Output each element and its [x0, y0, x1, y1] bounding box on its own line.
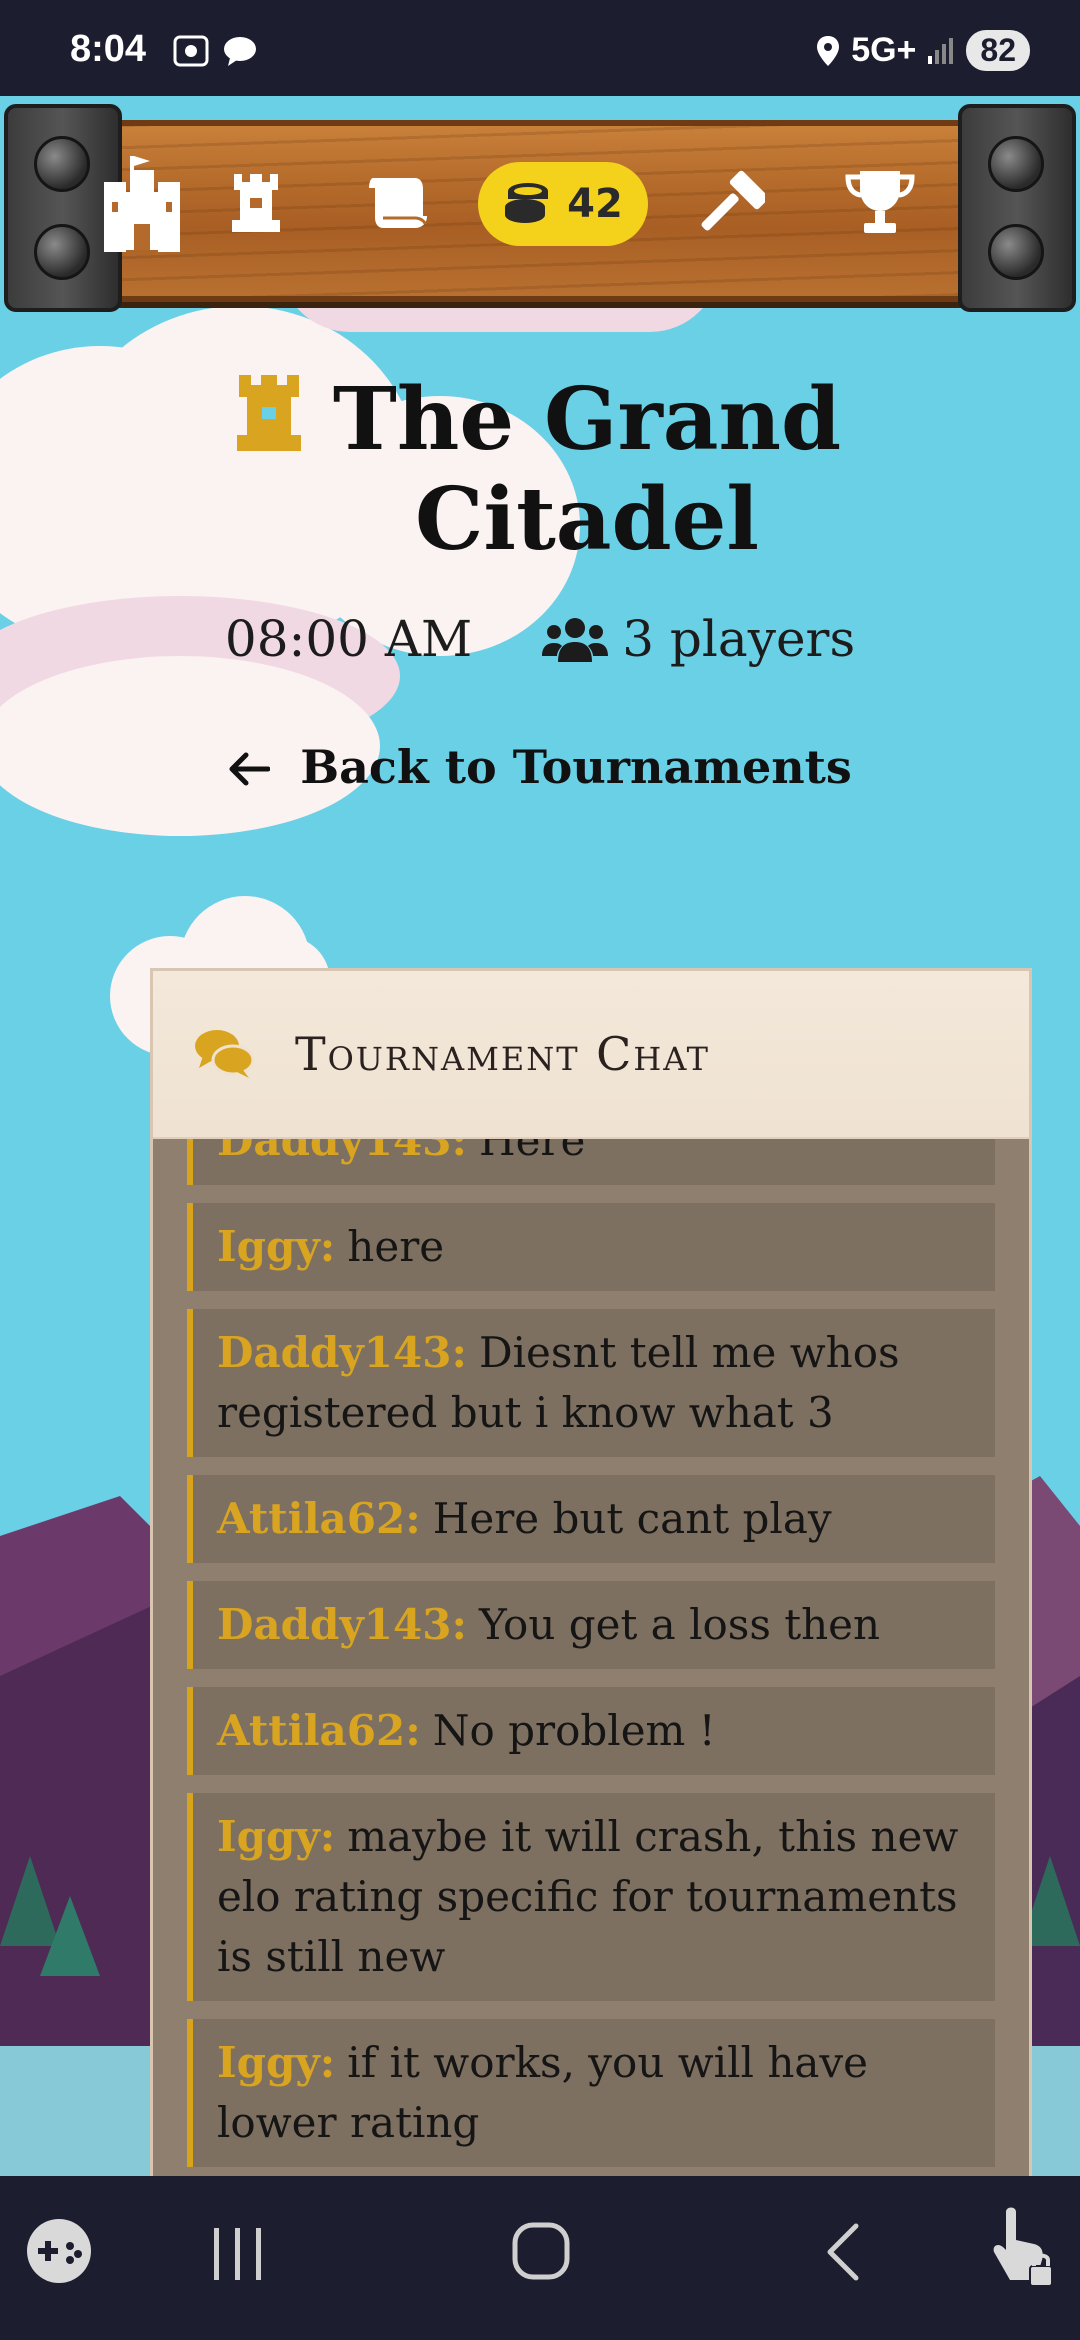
chat-message: Iggy: if it works, you will have lower ra…	[187, 2019, 995, 2167]
chat-message: Daddy143: Here	[187, 1139, 995, 1185]
battery-level: 82	[966, 30, 1030, 71]
status-time: 8:04	[70, 28, 147, 70]
trophy-icon[interactable]	[830, 152, 930, 252]
top-nav-bar: 42	[0, 100, 1080, 312]
chat-message-text: Here but cant play	[432, 1494, 832, 1543]
chat-message-user[interactable]: Daddy143:	[217, 1600, 467, 1649]
chat-message-user[interactable]: Attila62:	[217, 1706, 421, 1755]
tournament-time: 08:00 AM	[224, 610, 473, 668]
chat-message-text: No problem !	[432, 1706, 716, 1755]
coin-balance[interactable]: 42	[478, 162, 648, 246]
chat-message-text: Here	[478, 1139, 586, 1165]
tournament-meta: 08:00 AM 3 players	[0, 610, 1080, 668]
home-icon[interactable]	[510, 2220, 572, 2282]
location-icon	[817, 35, 840, 66]
tournament-title: The Grand Citadel	[0, 370, 1080, 570]
message-list: Daddy143: Here Iggy: here Daddy143: Diesnt te…	[187, 1139, 995, 2183]
chat-message-text: You get a loss then	[478, 1600, 881, 1649]
back-icon[interactable]	[820, 2220, 864, 2284]
chat-bubble-icon	[224, 37, 256, 66]
status-bar: 8:04 5G+ 82	[0, 0, 1080, 96]
system-nav-bar	[0, 2176, 1080, 2340]
network-type: 5G+	[851, 31, 917, 69]
game-controller-icon[interactable]	[24, 2216, 94, 2286]
metal-clamp-right	[958, 104, 1076, 312]
status-notification-icons	[172, 34, 258, 68]
coins-icon	[505, 183, 549, 223]
chat-title: Tournament Chat	[295, 1027, 710, 1081]
chat-message: Attila62: No problem !	[187, 1687, 995, 1775]
chat-message: Daddy143: You get a loss then	[187, 1581, 995, 1669]
chat-message-user[interactable]: Daddy143:	[217, 1139, 467, 1165]
chat-messages[interactable]: Daddy143: Here Iggy: here Daddy143: Diesnt te…	[153, 1139, 1029, 2183]
scroll-icon[interactable]	[348, 152, 448, 252]
chat-message: Iggy: maybe it will crash, this new elo r…	[187, 1793, 995, 2001]
rook-icon[interactable]	[206, 152, 306, 252]
player-count: 3 players	[542, 610, 855, 668]
users-icon	[542, 618, 609, 662]
castle-icon[interactable]	[92, 152, 192, 252]
chat-message-text: here	[347, 1222, 445, 1271]
chat-message-user[interactable]: Iggy:	[217, 1812, 335, 1861]
back-to-tournaments-link[interactable]: Back to Tournaments	[0, 740, 1080, 794]
chat-header: Tournament Chat	[153, 971, 1029, 1139]
recent-apps-icon[interactable]	[210, 2224, 266, 2284]
touch-lock-icon[interactable]	[988, 2202, 1058, 2292]
chat-message-user[interactable]: Iggy:	[217, 2038, 335, 2087]
arrow-left-icon	[228, 740, 286, 794]
chat-message-user[interactable]: Daddy143:	[217, 1328, 467, 1377]
status-right: 5G+ 82	[815, 30, 1030, 71]
signal-icon	[928, 37, 954, 64]
chat-message-user[interactable]: Attila62:	[217, 1494, 421, 1543]
chat-message: Iggy: here	[187, 1203, 995, 1291]
chat-message: Daddy143: Diesnt tell me whos registered …	[187, 1309, 995, 1457]
tournament-chat-panel: Tournament Chat Daddy143: Here Iggy: here Da…	[150, 968, 1032, 2183]
screenshot-icon	[173, 35, 209, 67]
chat-message: Attila62: Here but cant play	[187, 1475, 995, 1563]
hammer-icon[interactable]	[680, 152, 780, 252]
comments-icon	[195, 1030, 255, 1078]
rook-icon	[233, 371, 305, 476]
back-label: Back to Tournaments	[300, 740, 852, 794]
player-count-text: 3 players	[622, 610, 856, 668]
coin-count: 42	[567, 181, 623, 227]
chat-message-user[interactable]: Iggy:	[217, 1222, 335, 1271]
tournament-title-text: The Grand Citadel	[332, 369, 842, 570]
